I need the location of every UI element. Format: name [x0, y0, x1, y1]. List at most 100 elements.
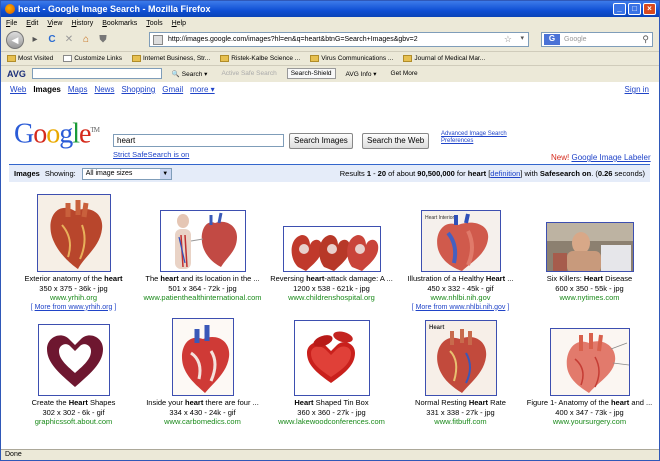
image-result: The heart and its location in the ... 50…: [138, 194, 267, 312]
address-bar[interactable]: http://images.google.com/images?hl=en&q=…: [149, 32, 529, 47]
result-url[interactable]: www.nytimes.com: [559, 293, 619, 303]
result-thumbnail[interactable]: [549, 328, 630, 396]
result-url[interactable]: www.patienthealthinternational.com: [144, 293, 262, 303]
result-dimensions: 501 x 364 - 72k - jpg: [168, 283, 237, 293]
folder-icon: [403, 55, 413, 62]
web-search-box[interactable]: G Google ⚲: [541, 32, 653, 47]
bookmark-item[interactable]: Customize Links: [63, 55, 122, 62]
avg-search-input[interactable]: [31, 68, 162, 79]
bookmark-item[interactable]: Most Visited: [7, 55, 53, 62]
result-thumbnail[interactable]: [282, 226, 381, 272]
result-url[interactable]: www.carbomedics.com: [164, 417, 241, 427]
back-button[interactable]: ◀: [6, 31, 24, 49]
result-caption[interactable]: Heart Shaped Tin Box: [268, 398, 395, 408]
search-engine-icon[interactable]: G: [544, 34, 560, 45]
result-dimensions: 1200 x 538 - 621k - jpg: [293, 283, 370, 293]
menu-history[interactable]: History: [71, 20, 93, 27]
search-magnifier-icon[interactable]: ⚲: [642, 34, 649, 45]
sign-in-link[interactable]: Sign in: [625, 85, 649, 94]
result-caption[interactable]: Normal Resting Heart Rate: [397, 398, 524, 408]
result-thumbnail[interactable]: [293, 320, 370, 396]
safesearch-link[interactable]: Strict SafeSearch is on: [113, 150, 189, 159]
nav-news[interactable]: News: [94, 85, 114, 94]
avg-info[interactable]: AVG Info ▾: [342, 68, 381, 80]
close-button[interactable]: ×: [643, 3, 656, 15]
result-caption[interactable]: The heart and its location in the ...: [139, 274, 266, 284]
result-url[interactable]: www.fitbuff.com: [434, 417, 486, 427]
bookmark-item[interactable]: Virus Communications ...: [310, 55, 393, 62]
minimize-button[interactable]: _: [613, 3, 626, 15]
image-result: Create the Heart Shapes 302 x 302 - 6k -…: [9, 318, 138, 427]
nav-maps[interactable]: Maps: [68, 85, 88, 94]
shield-icon[interactable]: ⛊: [97, 34, 109, 46]
search-web-button[interactable]: Search the Web: [362, 133, 430, 149]
showing-label: Showing:: [44, 169, 76, 178]
result-caption[interactable]: Reversing heart-attack damage: A ...: [268, 274, 395, 284]
menu-bookmarks[interactable]: Bookmarks: [102, 20, 137, 27]
thumbnail-text: Heart Interior: [425, 215, 455, 221]
result-thumbnail[interactable]: [36, 194, 111, 272]
definition-link[interactable]: definition: [490, 169, 520, 178]
google-logo[interactable]: GoogleTM: [14, 115, 100, 149]
nav-more[interactable]: more ▾: [190, 85, 214, 94]
nav-web[interactable]: Web: [10, 85, 26, 94]
result-thumbnail[interactable]: [159, 210, 246, 272]
maximize-button[interactable]: □: [628, 3, 641, 15]
result-caption[interactable]: Inside your heart there are four ...: [139, 398, 266, 408]
nav-gmail[interactable]: Gmail: [162, 85, 183, 94]
url-dropdown-icon[interactable]: ▾: [520, 34, 524, 42]
avg-search-button[interactable]: 🔍 Search ▾: [168, 68, 212, 80]
result-url[interactable]: www.childrenshospital.org: [288, 293, 375, 303]
browser-window: heart - Google Image Search - Mozilla Fi…: [0, 0, 660, 461]
result-thumbnail[interactable]: Heart: [424, 320, 497, 396]
menu-view[interactable]: View: [47, 20, 62, 27]
folder-icon: [220, 55, 230, 62]
result-url[interactable]: www.yrhih.org: [50, 293, 97, 303]
result-url[interactable]: graphicssoft.about.com: [35, 417, 113, 427]
bookmark-item[interactable]: Internet Business, Str...: [131, 55, 210, 62]
avg-active-safe-search[interactable]: Active Safe Search: [217, 68, 280, 79]
result-caption[interactable]: Figure 1- Anatomy of the heart and ...: [526, 398, 653, 408]
advanced-links: Advanced Image Search Preferences: [441, 131, 521, 145]
result-url[interactable]: www.lakewoodconferences.com: [278, 417, 385, 427]
result-caption[interactable]: Create the Heart Shapes: [10, 398, 137, 408]
search-query-input[interactable]: heart: [113, 134, 284, 147]
thumbnail-text: Heart: [429, 325, 444, 331]
more-from-link[interactable]: [ More from www.yrhih.org ]: [31, 303, 117, 313]
search-images-button[interactable]: Search Images: [289, 133, 353, 149]
image-result: Heart Interior Illustration of a Healthy…: [396, 194, 525, 312]
result-thumbnail[interactable]: Heart Interior: [420, 210, 501, 272]
result-caption[interactable]: Exterior anatomy of the heart: [10, 274, 137, 284]
search-placeholder: Google: [564, 36, 587, 43]
result-url[interactable]: www.yoursurgery.com: [553, 417, 626, 427]
preferences-link[interactable]: Preferences: [441, 138, 521, 145]
result-thumbnail[interactable]: [37, 324, 110, 396]
image-size-select[interactable]: All image sizes ▼: [81, 167, 172, 180]
nav-images: Images: [33, 85, 61, 94]
more-from-link[interactable]: [ More from www.nhlbi.nih.gov ]: [412, 303, 510, 313]
avg-get-more[interactable]: Get More: [387, 68, 422, 79]
firefox-icon: [5, 4, 15, 14]
bookmark-item[interactable]: Ristek-Kalbe Science ...: [220, 55, 300, 62]
folder-icon: [310, 55, 320, 62]
nav-shopping[interactable]: Shopping: [121, 85, 155, 94]
result-thumbnail[interactable]: [545, 222, 634, 272]
advanced-image-search-link[interactable]: Advanced Image Search: [441, 131, 521, 138]
result-thumbnail[interactable]: [171, 318, 234, 396]
menu-file[interactable]: File: [6, 20, 17, 27]
bookmark-star-icon[interactable]: ☆: [504, 34, 512, 45]
result-caption[interactable]: Six Killers: Heart Disease: [526, 274, 653, 284]
menu-help[interactable]: Help: [172, 20, 186, 27]
result-caption[interactable]: Illustration of a Healthy Heart ...: [397, 274, 524, 284]
avg-search-shield[interactable]: Search-Shield: [286, 68, 336, 79]
avg-logo[interactable]: AVG: [7, 69, 26, 79]
reload-icon[interactable]: C: [46, 34, 58, 46]
menu-tools[interactable]: Tools: [146, 20, 162, 27]
menu-edit[interactable]: Edit: [26, 20, 38, 27]
home-icon[interactable]: ⌂: [80, 34, 92, 46]
image-labeler-link[interactable]: Google Image Labeler: [571, 153, 650, 162]
result-url[interactable]: www.nhlbi.nih.gov: [430, 293, 490, 303]
bookmark-item[interactable]: Journal of Medical Mar...: [403, 55, 485, 62]
stop-icon[interactable]: ✕: [63, 34, 75, 46]
forward-icon[interactable]: ▸: [29, 34, 41, 46]
